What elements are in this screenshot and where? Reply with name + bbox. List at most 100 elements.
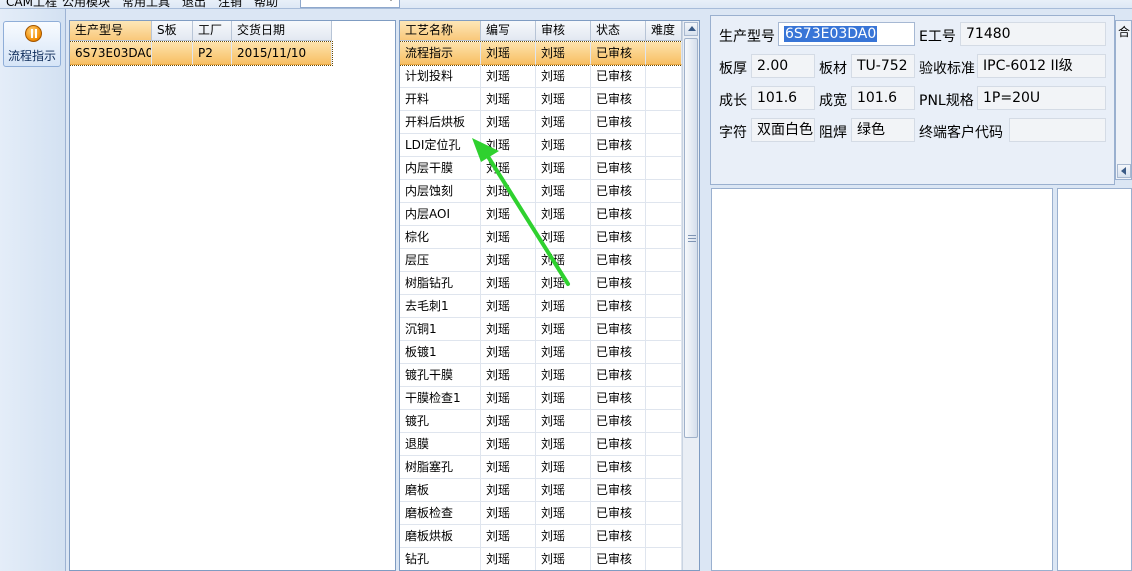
- cell-difficulty: [646, 65, 682, 88]
- scrollbar-thumb[interactable]: [684, 38, 698, 438]
- cell-process-name: 棕化: [400, 226, 481, 249]
- length-field[interactable]: 101.6: [751, 86, 815, 110]
- cell-author: 刘瑶: [481, 502, 536, 525]
- cell-status: 已审核: [591, 479, 646, 502]
- cell-difficulty: [646, 249, 682, 272]
- cell-difficulty: [646, 88, 682, 111]
- table-row[interactable]: 内层AOI 刘瑶 刘瑶 已审核: [400, 203, 682, 226]
- cell-reviewer: 刘瑶: [536, 387, 591, 410]
- table-row[interactable]: 树脂塞孔 刘瑶 刘瑶 已审核: [400, 456, 682, 479]
- table-row[interactable]: 棕化 刘瑶 刘瑶 已审核: [400, 226, 682, 249]
- col-header-delivery-date[interactable]: 交货日期: [232, 21, 332, 41]
- table-row[interactable]: 树脂钻孔 刘瑶 刘瑶 已审核: [400, 272, 682, 295]
- menu-common-modules[interactable]: 公用模块: [62, 0, 110, 10]
- chevron-down-icon[interactable]: [287, 0, 293, 1]
- cell-difficulty: [646, 42, 682, 65]
- cell-status: 已审核: [591, 134, 646, 157]
- cell-process-name: 退膜: [400, 433, 481, 456]
- cell-reviewer: 刘瑶: [536, 226, 591, 249]
- cell-process-name: 开料: [400, 88, 481, 111]
- cell-difficulty: [646, 479, 682, 502]
- table-row[interactable]: 内层蚀刻 刘瑶 刘瑶 已审核: [400, 180, 682, 203]
- thickness-field[interactable]: 2.00: [751, 54, 815, 78]
- table-row[interactable]: 镀孔 刘瑶 刘瑶 已审核: [400, 410, 682, 433]
- width-label: 成宽: [819, 93, 847, 109]
- cell-status: 已审核: [591, 157, 646, 180]
- cell-status: 已审核: [591, 433, 646, 456]
- col-header-status[interactable]: 状态: [591, 21, 646, 41]
- cell-process-name: 钻孔: [400, 548, 481, 570]
- pause-circle-icon: [25, 25, 42, 42]
- menu-help[interactable]: 帮助: [254, 0, 278, 10]
- cell-process-name: 镀孔干膜: [400, 364, 481, 387]
- cell-author: 刘瑶: [481, 88, 536, 111]
- col-header-process-name[interactable]: 工艺名称: [400, 21, 481, 41]
- cell-model: 6S73E03DA0: [70, 42, 152, 65]
- material-field[interactable]: TU-752: [851, 54, 915, 78]
- table-row[interactable]: 计划投料 刘瑶 刘瑶 已审核: [400, 65, 682, 88]
- cell-difficulty: [646, 226, 682, 249]
- table-row[interactable]: 流程指示 刘瑶 刘瑶 已审核: [400, 41, 683, 66]
- cell-author: 刘瑶: [481, 364, 536, 387]
- model-label: 生产型号: [719, 29, 775, 45]
- cell-author: 刘瑶: [481, 134, 536, 157]
- col-header-difficulty[interactable]: 难度: [646, 21, 682, 41]
- cell-author: 刘瑶: [481, 203, 536, 226]
- scroll-up-arrow-icon[interactable]: [684, 22, 698, 36]
- cell-process-name: 磨板烘板: [400, 525, 481, 548]
- cell-reviewer: 刘瑶: [536, 410, 591, 433]
- legend-field[interactable]: 双面白色: [751, 118, 815, 142]
- cell-author: 刘瑶: [481, 249, 536, 272]
- standard-field[interactable]: IPC-6012 II级: [977, 54, 1106, 78]
- col-header-s-board[interactable]: S板: [152, 21, 193, 41]
- table-row[interactable]: 磨板 刘瑶 刘瑶 已审核: [400, 479, 682, 502]
- cell-process-name: 镀孔: [400, 410, 481, 433]
- table-row[interactable]: 层压 刘瑶 刘瑶 已审核: [400, 249, 682, 272]
- model-value: 6S73E03DA0: [784, 26, 878, 42]
- table-row[interactable]: 6S73E03DA0 P2 2015/11/10: [70, 41, 333, 66]
- cell-author: 刘瑶: [481, 548, 536, 570]
- mask-field[interactable]: 绿色: [851, 118, 915, 142]
- cell-author: 刘瑶: [481, 410, 536, 433]
- table-row[interactable]: 开料 刘瑶 刘瑶 已审核: [400, 88, 682, 111]
- customer-code-field[interactable]: [1009, 118, 1106, 142]
- cell-status: 已审核: [591, 548, 646, 570]
- table-row[interactable]: 板镀1 刘瑶 刘瑶 已审核: [400, 341, 682, 364]
- col-header-factory[interactable]: 工厂: [193, 21, 232, 41]
- table-row[interactable]: 去毛刺1 刘瑶 刘瑶 已审核: [400, 295, 682, 318]
- table-row[interactable]: 镀孔干膜 刘瑶 刘瑶 已审核: [400, 364, 682, 387]
- cell-reviewer: 刘瑶: [536, 88, 591, 111]
- table-row[interactable]: LDI定位孔 刘瑶 刘瑶 已审核: [400, 134, 682, 157]
- pnl-field[interactable]: 1P=20U: [977, 86, 1106, 110]
- mask-label: 阻焊: [819, 125, 847, 141]
- menu-common-tools[interactable]: 常用工具: [122, 0, 170, 10]
- menu-exit[interactable]: 退出: [182, 0, 206, 10]
- ejob-field[interactable]: 71480: [960, 22, 1106, 46]
- model-field[interactable]: 6S73E03DA0: [778, 22, 915, 46]
- width-field[interactable]: 101.6: [851, 86, 915, 110]
- cell-process-name: 板镀1: [400, 341, 481, 364]
- table-row[interactable]: 开料后烘板 刘瑶 刘瑶 已审核: [400, 111, 682, 134]
- table-row[interactable]: 沉铜1 刘瑶 刘瑶 已审核: [400, 318, 682, 341]
- table-row[interactable]: 磨板检查 刘瑶 刘瑶 已审核: [400, 502, 682, 525]
- toolbar-combo[interactable]: [300, 0, 400, 8]
- grip-line: [688, 241, 696, 242]
- cell-status: 已审核: [591, 410, 646, 433]
- order-grid: 生产型号 S板 工厂 交货日期 6S73E03DA0 P2 2015/11/10: [69, 20, 396, 571]
- table-row[interactable]: 内层干膜 刘瑶 刘瑶 已审核: [400, 157, 682, 180]
- flow-instruction-button[interactable]: 流程指示: [3, 21, 61, 67]
- col-header-author[interactable]: 编写: [481, 21, 536, 41]
- table-row[interactable]: 钻孔 刘瑶 刘瑶 已审核: [400, 548, 682, 570]
- cell-author: 刘瑶: [481, 111, 536, 134]
- scroll-left-arrow-icon[interactable]: [1117, 164, 1131, 178]
- side-panel-tab[interactable]: 合: [1118, 23, 1130, 40]
- table-row[interactable]: 退膜 刘瑶 刘瑶 已审核: [400, 433, 682, 456]
- menu-logout[interactable]: 注销: [218, 0, 242, 10]
- table-row[interactable]: 磨板烘板 刘瑶 刘瑶 已审核: [400, 525, 682, 548]
- cell-reviewer: 刘瑶: [536, 433, 591, 456]
- cell-process-name: 层压: [400, 249, 481, 272]
- col-header-reviewer[interactable]: 审核: [536, 21, 591, 41]
- table-row[interactable]: 干膜检查1 刘瑶 刘瑶 已审核: [400, 387, 682, 410]
- process-grid-scrollbar[interactable]: [682, 21, 699, 570]
- col-header-model[interactable]: 生产型号: [70, 21, 152, 41]
